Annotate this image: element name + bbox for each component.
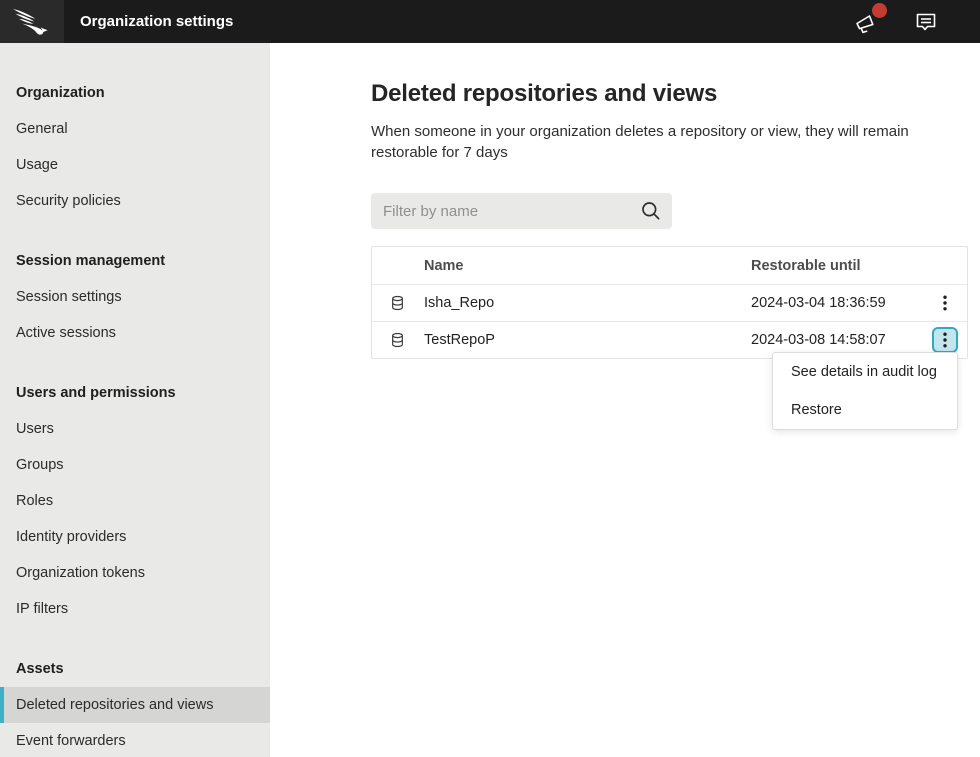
sidebar-item-usage[interactable]: Usage [0,147,270,183]
kebab-menu-icon [943,295,947,311]
column-header-name: Name [424,258,751,274]
page-title: Deleted repositories and views [371,80,980,108]
sidebar-section-session-management: Session management Session settings Acti… [0,243,270,351]
row-actions-context-menu: See details in audit log Restore [772,352,958,430]
announcements-icon[interactable] [854,10,880,34]
kebab-menu-icon [943,332,947,348]
repo-name: TestRepoP [424,332,751,348]
app-title: Organization settings [80,13,233,30]
row-actions-kebab-button[interactable] [932,290,958,316]
table-row: Isha_Repo 2024-03-04 18:36:59 [372,284,967,321]
table-header-row: Name Restorable until [372,247,967,284]
sidebar-item-active-sessions[interactable]: Active sessions [0,315,270,351]
sidebar-section-organization: Organization General Usage Security poli… [0,75,270,219]
column-header-restorable-until: Restorable until [751,258,909,274]
menu-item-restore[interactable]: Restore [773,391,957,429]
sidebar-section-assets: Assets Deleted repositories and views Ev… [0,651,270,757]
sidebar-header-session-management: Session management [0,243,270,279]
sidebar-header-assets: Assets [0,651,270,687]
falcon-logo-icon [12,8,52,36]
sidebar-item-deleted-repositories[interactable]: Deleted repositories and views [0,687,270,723]
row-actions-kebab-button-active[interactable] [932,327,958,353]
sidebar-item-users[interactable]: Users [0,411,270,447]
sidebar-item-security-policies[interactable]: Security policies [0,183,270,219]
sidebar-item-ip-filters[interactable]: IP filters [0,591,270,627]
sidebar-item-event-forwarders[interactable]: Event forwarders [0,723,270,757]
repo-name: Isha_Repo [424,295,751,311]
sidebar-header-users-permissions: Users and permissions [0,375,270,411]
sidebar-item-roles[interactable]: Roles [0,483,270,519]
repo-restorable-until: 2024-03-04 18:36:59 [751,295,909,311]
topbar-actions [854,10,980,34]
sidebar-item-session-settings[interactable]: Session settings [0,279,270,315]
notification-dot [872,3,887,18]
deleted-repos-table: Name Restorable until Isha_Repo 2024-03-… [371,246,968,359]
topbar: Organization settings [0,0,980,43]
sidebar-header-organization: Organization [0,75,270,111]
sidebar-item-identity-providers[interactable]: Identity providers [0,519,270,555]
settings-sidebar: Organization General Usage Security poli… [0,43,270,757]
repository-icon [372,332,424,348]
repo-restorable-until: 2024-03-08 14:58:07 [751,332,909,348]
crowdstrike-falcon-logo[interactable] [0,0,64,43]
sidebar-item-groups[interactable]: Groups [0,447,270,483]
filter-box [371,193,672,229]
sidebar-item-organization-tokens[interactable]: Organization tokens [0,555,270,591]
menu-item-see-details-audit-log[interactable]: See details in audit log [773,353,957,391]
feedback-chat-icon[interactable] [914,11,938,33]
sidebar-section-users-permissions: Users and permissions Users Groups Roles… [0,375,270,627]
filter-by-name-input[interactable] [371,193,672,229]
page-description: When someone in your organization delete… [371,121,916,163]
repository-icon [372,295,424,311]
sidebar-item-general[interactable]: General [0,111,270,147]
chat-bubble-icon [914,11,938,33]
